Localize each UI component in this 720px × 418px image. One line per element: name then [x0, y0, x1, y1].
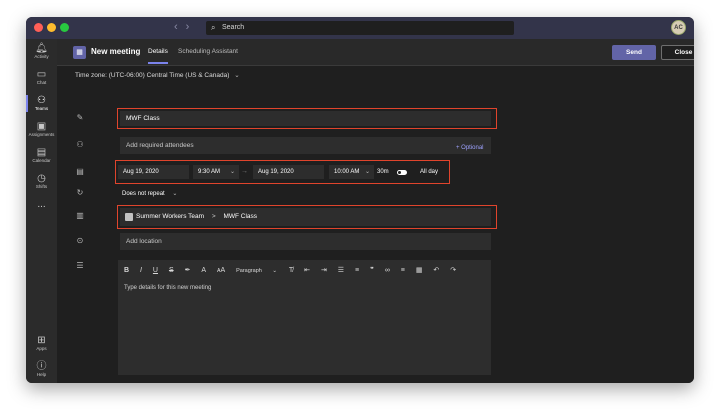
forward-arrow-icon[interactable]: › [186, 21, 198, 33]
attendees-input[interactable]: Add required attendees [120, 137, 491, 154]
chat-icon: ▭ [36, 69, 47, 80]
bold-button[interactable]: B [124, 267, 129, 274]
font-size-icon[interactable]: ᴀA [217, 267, 225, 274]
highlight-icon[interactable]: ✒ [185, 266, 191, 274]
location-input[interactable]: Add location [120, 233, 491, 250]
rail-item-apps[interactable]: ⊞ Apps [26, 335, 57, 352]
table-icon[interactable]: ▦ [416, 266, 423, 274]
rail-item-assignments[interactable]: ▣ Assignments [26, 121, 57, 138]
calendar-icon: ▤ [76, 167, 84, 176]
zoom-window-button[interactable] [60, 23, 69, 32]
rail-item-help[interactable]: ⓘ Help [26, 361, 57, 378]
redo-icon[interactable]: ↷ [450, 266, 456, 274]
undo-icon[interactable]: ↶ [433, 266, 439, 274]
italic-button[interactable]: I [140, 267, 142, 274]
timezone-selector[interactable]: Time zone: (UTC-06:00) Central Time (US … [75, 71, 240, 79]
chevron-down-icon: ⌄ [172, 191, 178, 197]
send-button[interactable]: Send [612, 45, 656, 60]
numbered-list-icon[interactable]: ≡ [355, 267, 359, 274]
rail-item-more[interactable]: ... [26, 199, 57, 210]
meeting-header: ▦ New meeting Details Scheduling Assista… [57, 39, 694, 66]
link-icon[interactable]: ∞ [385, 267, 390, 274]
search-input[interactable]: ⌕ Search [206, 21, 514, 35]
rail-item-activity[interactable]: 🔔︎ Activity [26, 43, 57, 60]
paragraph-dropdown[interactable]: Paragraph ⌄ [236, 268, 277, 274]
quote-icon[interactable]: ❞ [370, 266, 374, 274]
apps-icon: ⊞ [37, 335, 46, 346]
search-placeholder: Search [222, 24, 245, 31]
underline-button[interactable]: U [153, 267, 158, 274]
calendar-icon: ▤ [36, 147, 47, 158]
details-placeholder: Type details for this new meeting [124, 285, 212, 291]
page-title: New meeting [91, 47, 141, 56]
channel-highlight [117, 205, 497, 229]
details-editor[interactable]: B I U S ✒ A ᴀA Paragraph ⌄ T̸ ⇤ ⇥ ☰ ≡ ❞ … [118, 260, 491, 375]
back-arrow-icon[interactable]: ‹ [174, 21, 186, 33]
bell-icon: 🔔︎ [35, 43, 48, 54]
teams-window: ‹› ⌕ Search AC 🔔︎ Activity ▭ Chat ⚇ Team… [26, 17, 694, 383]
optional-link[interactable]: + Optional [456, 145, 484, 151]
formatting-toolbar: B I U S ✒ A ᴀA Paragraph ⌄ T̸ ⇤ ⇥ ☰ ≡ ❞ … [124, 266, 465, 278]
title-highlight [117, 108, 497, 129]
rail-item-teams[interactable]: ⚇ Teams [26, 95, 57, 112]
help-icon: ⓘ [36, 361, 47, 372]
teams-icon: ⚇ [37, 95, 46, 106]
datetime-highlight [115, 160, 450, 184]
add-person-icon: ⚇ [76, 140, 84, 149]
more-icon: ... [37, 199, 46, 210]
assignments-icon: ▣ [36, 121, 47, 132]
details-icon: ☰ [76, 261, 84, 270]
tab-details[interactable]: Details [148, 48, 168, 64]
shifts-icon: ◷ [37, 173, 46, 184]
tab-scheduling-assistant[interactable]: Scheduling Assistant [178, 48, 238, 55]
horizontal-rule-icon[interactable]: ≡ [401, 267, 405, 274]
meeting-form: ▦ New meeting Details Scheduling Assista… [57, 39, 694, 383]
repeat-icon: ↻ [76, 188, 84, 197]
bulleted-list-icon[interactable]: ☰ [338, 266, 344, 274]
close-button[interactable]: Close [661, 45, 694, 60]
strikethrough-button[interactable]: S [169, 267, 174, 274]
rail-item-calendar[interactable]: ▤ Calendar [26, 147, 57, 164]
pencil-icon: ✎ [76, 113, 84, 122]
location-icon: ⊙ [76, 236, 84, 245]
calendar-icon: ▦ [73, 46, 86, 59]
history-nav: ‹› [174, 21, 197, 33]
minimize-window-button[interactable] [47, 23, 56, 32]
font-color-icon[interactable]: A [201, 267, 206, 274]
channel-icon: ▥ [76, 211, 84, 220]
clear-format-icon[interactable]: T̸ [289, 267, 293, 274]
app-bar: 🔔︎ Activity ▭ Chat ⚇ Teams ▣ Assignments… [26, 39, 57, 383]
avatar[interactable]: AC [671, 20, 686, 35]
rail-item-shifts[interactable]: ◷ Shifts [26, 173, 57, 190]
chevron-down-icon: ⌄ [234, 72, 240, 79]
increase-indent-icon[interactable]: ⇥ [321, 266, 327, 274]
rail-item-chat[interactable]: ▭ Chat [26, 69, 57, 86]
search-icon: ⌕ [211, 23, 216, 32]
title-bar: ‹› ⌕ Search AC [26, 17, 694, 39]
decrease-indent-icon[interactable]: ⇤ [304, 266, 310, 274]
close-window-button[interactable] [34, 23, 43, 32]
repeat-dropdown[interactable]: Does not repeat ⌄ [122, 190, 177, 197]
